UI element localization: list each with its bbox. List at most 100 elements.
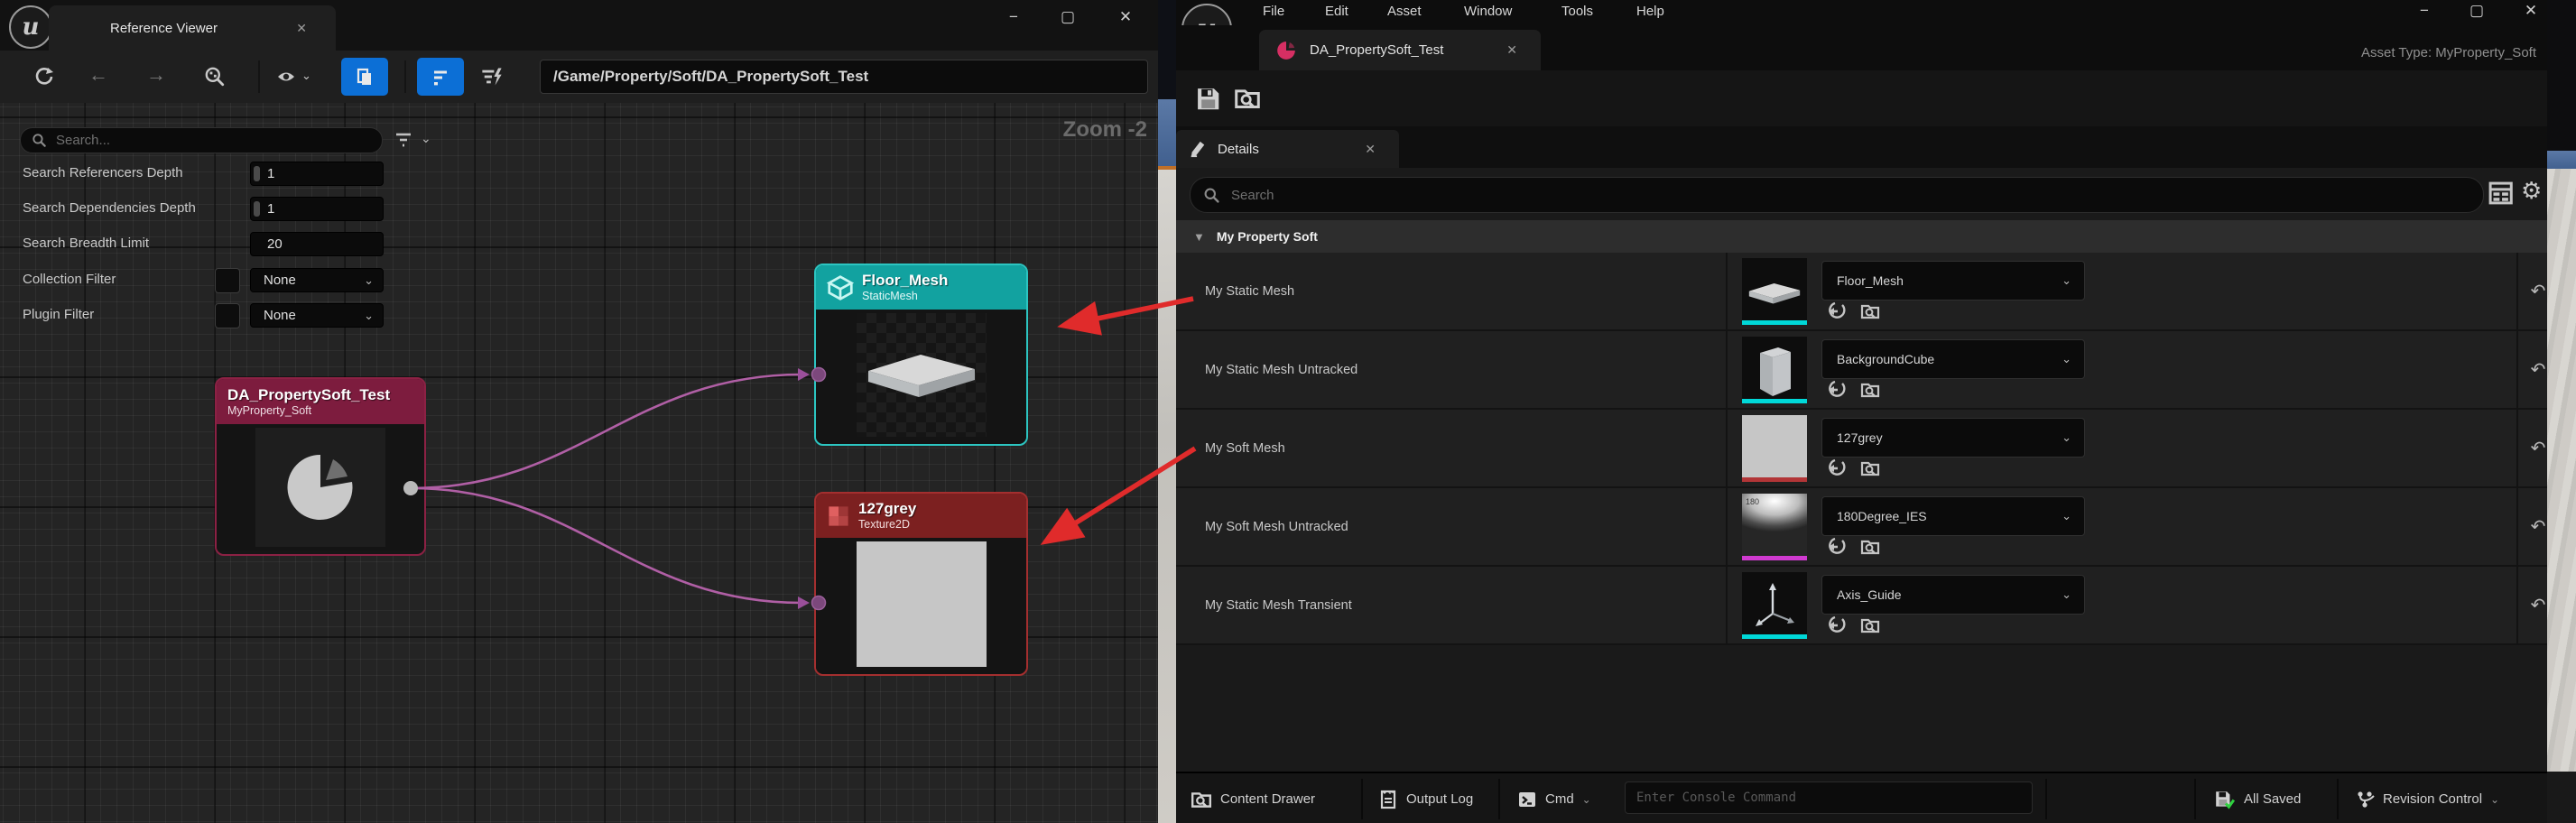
- menu-file[interactable]: File: [1256, 1, 1292, 22]
- use-selected-icon[interactable]: [1826, 380, 1846, 400]
- search-referencers-depth-input[interactable]: 1: [250, 162, 384, 186]
- reference-viewer-toolbar: ← → ⌄ /Game/Property/Soft/DA_PropertySof…: [0, 51, 1158, 103]
- filter-chevron-icon[interactable]: ⌄: [421, 131, 431, 146]
- collection-filter-checkbox[interactable]: [215, 268, 240, 293]
- category-my-property-soft[interactable]: ▼ My Property Soft: [1176, 220, 2547, 254]
- browse-to-asset-icon[interactable]: [1860, 537, 1880, 557]
- chevron-down-icon: ⌄: [2062, 509, 2071, 523]
- status-bar: Content Drawer Output Log Cmd ⌄ All Save…: [1176, 772, 2547, 823]
- tab-close-icon[interactable]: ✕: [296, 21, 307, 36]
- asset-thumbnail[interactable]: [1742, 258, 1807, 325]
- details-search-input[interactable]: [1229, 187, 2331, 204]
- asset-dropdown[interactable]: Floor_Mesh ⌄: [1821, 261, 2085, 301]
- visibility-eye-icon[interactable]: [275, 67, 297, 87]
- minimize-button[interactable]: −: [1000, 8, 1027, 26]
- browse-to-asset-icon[interactable]: [1860, 301, 1880, 321]
- browse-to-asset-icon[interactable]: [1860, 380, 1880, 400]
- asset-thumbnail[interactable]: 180: [1742, 494, 1807, 560]
- property-label: My Static Mesh Untracked: [1205, 331, 1357, 408]
- use-selected-icon[interactable]: [1826, 615, 1846, 635]
- search-dependencies-depth-label: Search Dependencies Depth: [23, 200, 196, 216]
- chevron-down-icon: ⌄: [2062, 430, 2071, 445]
- plugin-filter-dropdown[interactable]: None ⌄: [250, 303, 384, 328]
- tab-close-icon[interactable]: ✕: [1365, 142, 1376, 157]
- asset-thumbnail[interactable]: [1742, 572, 1807, 639]
- maximize-button[interactable]: ▢: [2463, 2, 2490, 20]
- asset-dropdown[interactable]: BackgroundCube ⌄: [1821, 339, 2085, 379]
- visibility-chevron-icon[interactable]: ⌄: [301, 69, 311, 83]
- node-da-propertysoft-test[interactable]: DA_PropertySoft_Test MyProperty_Soft: [215, 377, 426, 556]
- search-breadth-limit-input[interactable]: 20: [250, 232, 384, 256]
- browse-to-asset-icon[interactable]: [1860, 458, 1880, 478]
- asset-type-color-bar: [1742, 477, 1807, 482]
- asset-dropdown[interactable]: 127grey ⌄: [1821, 418, 2085, 458]
- drag-handle[interactable]: [254, 166, 260, 181]
- menu-asset[interactable]: Asset: [1380, 1, 1429, 22]
- menu-tools[interactable]: Tools: [1554, 1, 1600, 22]
- refresh-icon[interactable]: [34, 67, 54, 87]
- close-button[interactable]: ✕: [1112, 8, 1139, 26]
- menubar: File Edit Asset Window Tools Help − ▢ ✕: [1176, 0, 2547, 25]
- output-log-button[interactable]: Output Log: [1378, 773, 1473, 823]
- menu-help[interactable]: Help: [1629, 1, 1672, 22]
- pie-thumbnail-icon: [283, 449, 358, 525]
- search-dependencies-depth-input[interactable]: 1: [250, 197, 384, 221]
- tab-close-icon[interactable]: ✕: [1506, 42, 1517, 58]
- content-drawer-button[interactable]: Content Drawer: [1191, 773, 1315, 823]
- filter-funnel-icon[interactable]: [394, 130, 413, 150]
- category-expand-icon[interactable]: ▼: [1193, 230, 1205, 244]
- drag-handle[interactable]: [254, 201, 260, 217]
- maximize-button[interactable]: ▢: [1054, 8, 1081, 26]
- duplicate-view-button[interactable]: [341, 58, 388, 96]
- node-subtitle: StaticMesh: [862, 290, 948, 303]
- property-row-my-soft-mesh: My Soft Mesh 127grey ⌄ ↶: [1176, 410, 2547, 488]
- asset-path-field[interactable]: /Game/Property/Soft/DA_PropertySoft_Test: [540, 60, 1148, 94]
- asset-dropdown[interactable]: Axis_Guide ⌄: [1821, 575, 2085, 615]
- node-floor-mesh[interactable]: Floor_Mesh StaticMesh: [814, 264, 1028, 446]
- asset-thumbnail[interactable]: [1742, 415, 1807, 482]
- browse-to-asset-icon[interactable]: [1234, 85, 1261, 112]
- chevron-down-icon: ⌄: [2062, 273, 2071, 288]
- filters-button[interactable]: [417, 58, 464, 96]
- graph-search-input[interactable]: [54, 132, 365, 149]
- revision-control-button[interactable]: Revision Control ⌄: [2355, 773, 2499, 823]
- use-selected-icon[interactable]: [1826, 301, 1846, 321]
- grey-texture-thumbnail: [857, 541, 987, 667]
- all-saved-status[interactable]: All Saved: [2214, 773, 2301, 823]
- property-label: My Static Mesh: [1205, 253, 1294, 329]
- display-filter-icon[interactable]: [2487, 180, 2514, 207]
- close-button[interactable]: ✕: [2517, 2, 2544, 20]
- search-referencers-depth-label: Search Referencers Depth: [23, 165, 183, 180]
- use-selected-icon[interactable]: [1826, 537, 1846, 557]
- asset-thumbnail[interactable]: [1742, 337, 1807, 403]
- tab-reference-viewer-label: Reference Viewer: [110, 21, 218, 36]
- reference-graph-canvas[interactable]: ⌄ Search Referencers Depth 1 Search Depe…: [0, 103, 1158, 823]
- auto-filters-icon[interactable]: [480, 65, 504, 88]
- plugin-filter-checkbox[interactable]: [215, 303, 240, 328]
- chevron-down-icon: ⌄: [2062, 352, 2071, 366]
- asset-dropdown[interactable]: 180Degree_IES ⌄: [1821, 496, 2085, 536]
- cmd-dropdown[interactable]: Cmd ⌄: [1517, 773, 1591, 823]
- save-icon[interactable]: [1194, 85, 1221, 112]
- menu-window[interactable]: Window: [1457, 1, 1519, 22]
- tab-reference-viewer[interactable]: Reference Viewer ✕: [49, 5, 336, 51]
- log-icon: [1378, 790, 1398, 809]
- node-127grey[interactable]: 127grey Texture2D: [814, 492, 1028, 676]
- minimize-button[interactable]: −: [2411, 2, 2438, 20]
- use-selected-icon[interactable]: [1826, 458, 1846, 478]
- back-icon[interactable]: ←: [88, 63, 108, 87]
- tab-label: DA_PropertySoft_Test: [1310, 42, 1443, 58]
- forward-icon[interactable]: →: [146, 63, 166, 87]
- asset-path-text: /Game/Property/Soft/DA_PropertySoft_Test: [553, 68, 868, 86]
- zoom-to-fit-icon[interactable]: [204, 66, 226, 88]
- tab-da-propertysoft-test[interactable]: DA_PropertySoft_Test ✕: [1259, 30, 1541, 70]
- console-command-input[interactable]: [1625, 781, 2033, 814]
- asset-type-color-bar: [1742, 399, 1807, 403]
- collection-filter-dropdown[interactable]: None ⌄: [250, 268, 384, 292]
- tab-details[interactable]: Details ✕: [1176, 130, 1399, 168]
- menu-edit[interactable]: Edit: [1318, 1, 1356, 22]
- chevron-down-icon: ⌄: [364, 273, 374, 288]
- browse-to-asset-icon[interactable]: [1860, 615, 1880, 635]
- settings-gear-icon[interactable]: ⚙: [2521, 177, 2542, 205]
- search-icon: [1203, 187, 1220, 204]
